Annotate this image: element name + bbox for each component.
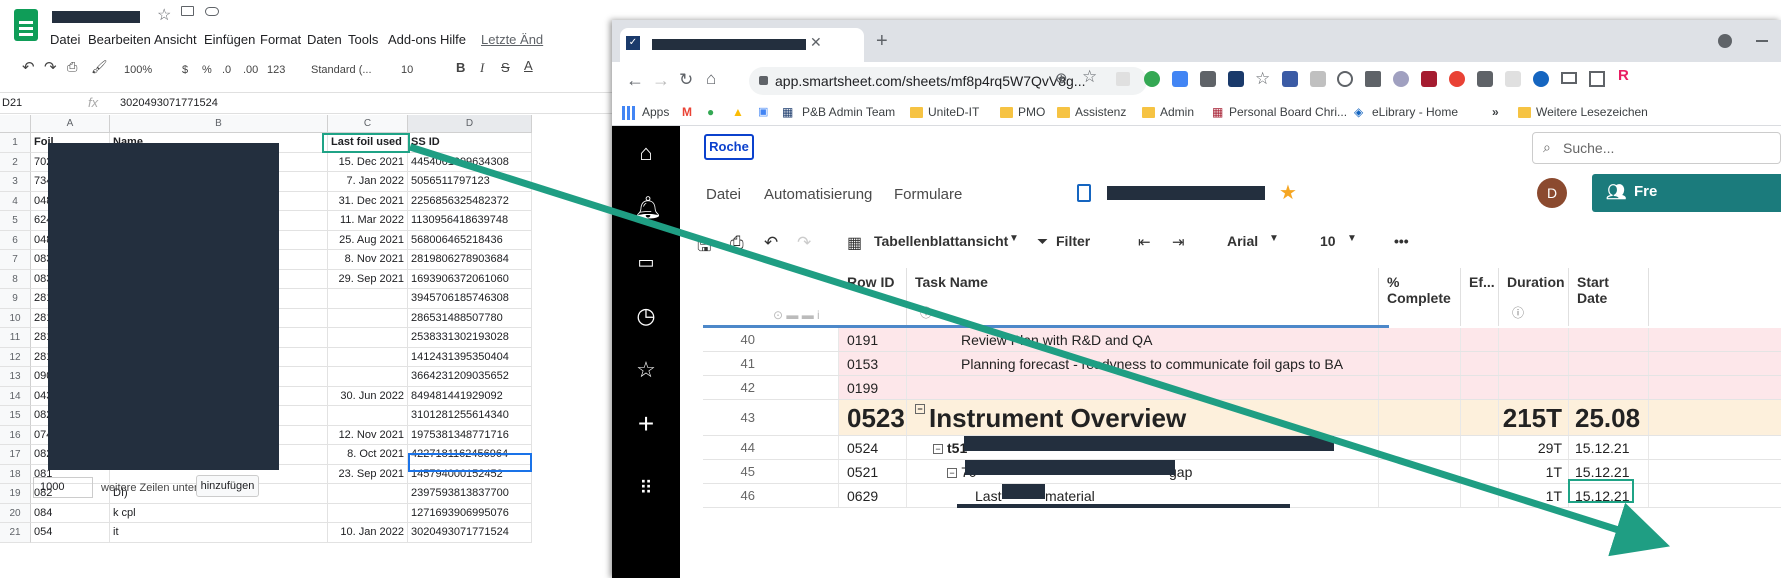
annotation-arrow — [408, 143, 1671, 557]
arrow-line — [408, 143, 1671, 557]
